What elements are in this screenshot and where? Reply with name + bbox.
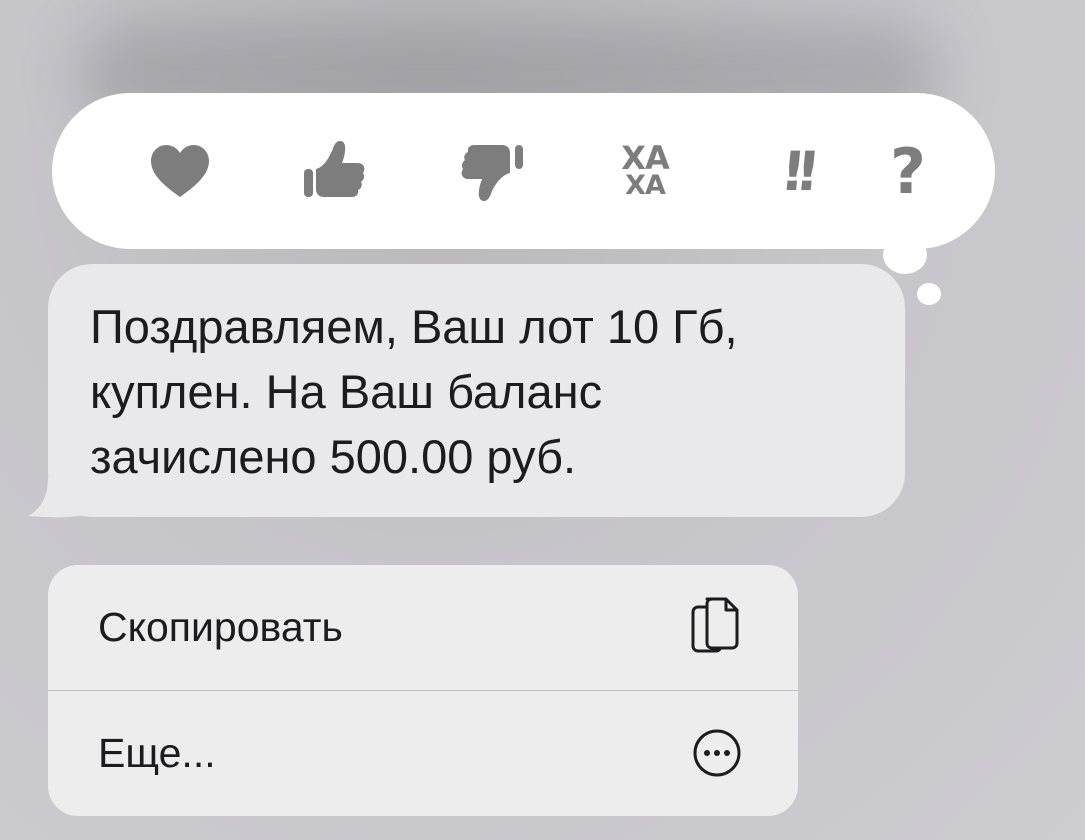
haha-line-2: ХА bbox=[625, 170, 666, 202]
reaction-heart[interactable] bbox=[130, 93, 230, 249]
reaction-question[interactable]: ? bbox=[858, 93, 958, 249]
thumbs-down-icon bbox=[460, 139, 524, 203]
more-icon bbox=[692, 728, 742, 778]
menu-item-more-label: Еще... bbox=[98, 729, 216, 776]
message-bubble[interactable]: Поздравляем, Ваш лот 10 Гб, куплен. На В… bbox=[48, 264, 905, 517]
copy-icon bbox=[690, 597, 742, 659]
exclamation-icon: !! bbox=[778, 139, 814, 203]
reaction-thumbs-up[interactable] bbox=[284, 93, 384, 249]
reaction-exclamation[interactable]: !! bbox=[746, 93, 846, 249]
tapback-bar: ХА ХА !! ? bbox=[52, 93, 995, 249]
haha-icon: ХА ХА bbox=[621, 138, 669, 202]
question-icon: ? bbox=[890, 134, 926, 208]
thumbs-up-icon bbox=[302, 139, 366, 203]
context-menu: Скопировать Еще... bbox=[48, 565, 798, 816]
menu-item-copy-label: Скопировать bbox=[98, 604, 343, 650]
reaction-haha[interactable]: ХА ХА bbox=[595, 93, 695, 249]
tapback-tail-large bbox=[883, 236, 927, 274]
menu-item-more[interactable]: Еще... bbox=[48, 690, 798, 815]
menu-item-copy[interactable]: Скопировать bbox=[48, 565, 798, 690]
message-text: Поздравляем, Ваш лот 10 Гб, куплен. На В… bbox=[90, 300, 738, 483]
heart-icon bbox=[149, 143, 211, 199]
haha-line-1: ХА bbox=[621, 138, 669, 177]
reaction-thumbs-down[interactable] bbox=[442, 93, 542, 249]
tapback-tail-small bbox=[917, 283, 941, 305]
